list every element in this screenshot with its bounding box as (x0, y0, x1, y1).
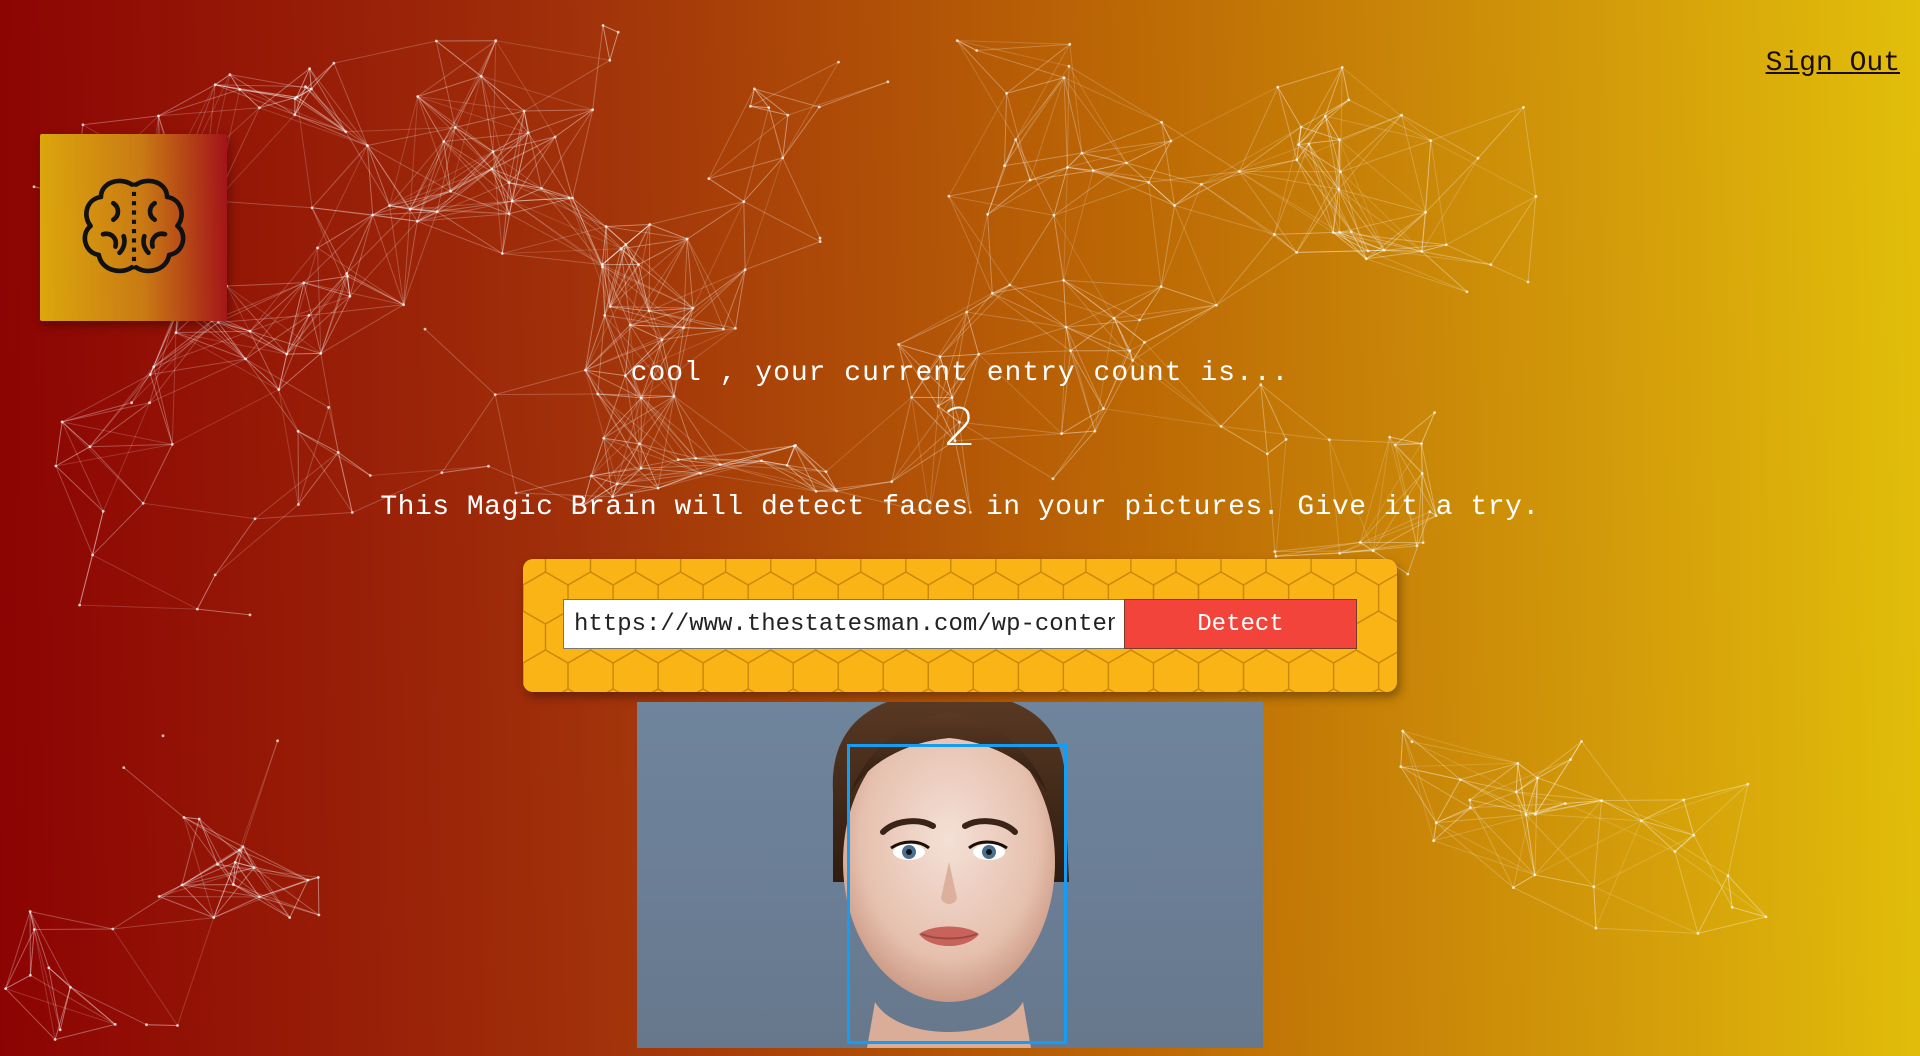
brain-icon (82, 178, 185, 273)
image-link-form: Detect (523, 559, 1397, 692)
entry-count-value: 2 (943, 398, 977, 458)
image-url-input[interactable] (563, 599, 1126, 649)
entry-count-message: cool , your current entry count is... (630, 358, 1290, 389)
intro-text: This Magic Brain will detect faces in yo… (380, 492, 1540, 523)
face-bounding-box (847, 744, 1067, 1044)
logo (40, 134, 227, 321)
sign-out-link[interactable]: Sign Out (1766, 48, 1900, 79)
detect-button[interactable]: Detect (1124, 599, 1357, 649)
